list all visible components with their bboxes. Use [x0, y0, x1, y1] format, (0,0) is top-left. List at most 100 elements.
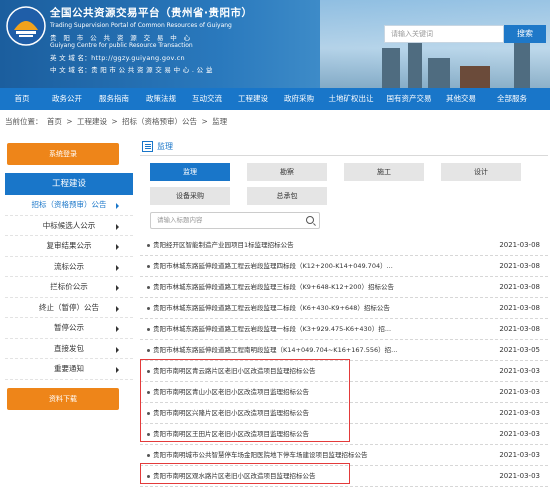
- list-item-date: 2021-03-08: [499, 241, 540, 249]
- breadcrumb-home[interactable]: 首页: [47, 117, 62, 126]
- sidebar-item-tender-notice[interactable]: 招标（资格预审）公告: [5, 195, 133, 216]
- list-item-title[interactable]: 贵阳市南明区青云路片区老旧小区改造项目监理招标公告: [153, 361, 316, 382]
- center-name: 贵 阳 市 公 共 资 源 交 易 中 心: [50, 34, 193, 42]
- list-item-date: 2021-03-08: [499, 283, 540, 291]
- sidebar-item-review-results[interactable]: 复审结果公示: [5, 236, 133, 257]
- sidebar: 系统登录 工程建设 招标（资格预审）公告 中标候选人公示 复审结果公示 流标公示…: [5, 143, 133, 410]
- sidebar-item-label: 复审结果公示: [46, 241, 92, 250]
- list-item-date: 2021-03-08: [499, 262, 540, 270]
- list-item-date: 2021-03-08: [499, 325, 540, 333]
- login-button[interactable]: 系统登录: [7, 143, 119, 165]
- list-item[interactable]: 贵阳市林城东路延伸段道路工程云岩段监理二标段（K6+430-K9+648）招标公…: [140, 298, 548, 319]
- sidebar-item-label: 流标公示: [54, 261, 84, 271]
- list-item[interactable]: 贵阳市林城东路延伸段道路工程南明段监理（K14+049.704~K16+167.…: [140, 340, 548, 361]
- list-item[interactable]: 贵阳市南明区青山小区老旧小区改造项目监理招标公告 2021-03-03: [140, 382, 548, 403]
- list-item-title[interactable]: 贵阳市南明区王田片区老旧小区改造项目监理招标公告: [153, 424, 309, 445]
- sidebar-item-notices[interactable]: 重要通知: [5, 359, 133, 380]
- list-item-date: 2021-03-03: [499, 388, 540, 396]
- nav-item-construction[interactable]: 工程建设: [230, 88, 276, 110]
- category-general-contract[interactable]: 总承包: [247, 187, 327, 205]
- list-item[interactable]: 贵阳市南明区兴隆片区老旧小区改造项目监理招标公告 2021-03-03: [140, 403, 548, 424]
- site-title-en: Trading Supervision Portal of Common Res…: [50, 22, 232, 29]
- sidebar-item-label: 直接发包: [54, 343, 84, 353]
- nav-item-other-trading[interactable]: 其他交易: [438, 88, 484, 110]
- breadcrumb-construction[interactable]: 工程建设: [77, 117, 107, 126]
- main-nav: 首页 政务公开 服务指南 政策法规 互动交流 工程建设 政府采购 土地矿权出让 …: [0, 88, 550, 110]
- title-search-input[interactable]: 请输入标题内容: [150, 212, 320, 229]
- search-button[interactable]: 搜索: [504, 25, 546, 43]
- list-item[interactable]: 贵阳市南明区青云路片区老旧小区改造项目监理招标公告 2021-03-03: [140, 361, 548, 382]
- caret-right-icon: [116, 367, 119, 373]
- list-item-date: 2021-03-03: [499, 409, 540, 417]
- nav-item-government-affairs[interactable]: 政务公开: [44, 88, 90, 110]
- nav-item-service-guide[interactable]: 服务指南: [90, 88, 138, 110]
- sidebar-item-winning-candidates[interactable]: 中标候选人公示: [5, 216, 133, 236]
- nav-item-all-services[interactable]: 全部服务: [484, 88, 540, 110]
- list-item[interactable]: 贵阳市林城东路延伸段道路工程云岩段监理四标段（K12+200-K14+049.7…: [140, 256, 548, 277]
- bullet-icon: [147, 454, 150, 457]
- bullet-icon: [147, 349, 150, 352]
- breadcrumb-current: 监理: [212, 117, 228, 126]
- list-icon: [142, 141, 153, 152]
- list-item[interactable]: 贵阳市林城东路延伸段道路工程云岩段监理三标段（K9+648-K12+200）招标…: [140, 277, 548, 298]
- list-item-title[interactable]: 贵阳市南明城市公共智慧停车场金阳医院地下停车场建设项目监理招标公告: [153, 445, 368, 466]
- category-equipment[interactable]: 设备采购: [150, 187, 230, 205]
- nav-item-policies[interactable]: 政策法规: [138, 88, 184, 110]
- list-item-title[interactable]: 贵阳市林城东路延伸段道路工程云岩段监理一标段（K3+929.475-K6+430…: [153, 319, 391, 340]
- bullet-icon: [147, 475, 150, 478]
- section-title: 监理: [157, 142, 173, 151]
- list-item-title[interactable]: 贵阳经开区智能制造产业园项目1标监理招标公告: [153, 235, 294, 256]
- search-input[interactable]: 请输入关键词: [384, 25, 504, 43]
- bullet-icon: [147, 328, 150, 331]
- category-supervision[interactable]: 监理: [150, 163, 230, 181]
- nav-item-interaction[interactable]: 互动交流: [184, 88, 230, 110]
- list-item[interactable]: 贵阳市南明城市公共智慧停车场金阳医院地下停车场建设项目监理招标公告 2021-03…: [140, 445, 548, 466]
- sidebar-item-termination[interactable]: 终止（暂停）公告: [5, 298, 133, 318]
- list-item[interactable]: 贵阳市南明区观水路片区老旧小区改造项目监理招标公告 2021-03-03: [140, 466, 548, 487]
- bullet-icon: [147, 265, 150, 268]
- list-item-title[interactable]: 贵阳市林城东路延伸段道路工程云岩段监理四标段（K12+200-K14+049.7…: [153, 256, 393, 277]
- downloads-button[interactable]: 资料下载: [7, 387, 119, 410]
- sidebar-item-failed-bids[interactable]: 流标公示: [5, 257, 133, 277]
- bullet-icon: [147, 244, 150, 247]
- breadcrumb-tender-notice[interactable]: 招标（资格预审）公告: [122, 117, 197, 126]
- nav-item-procurement[interactable]: 政府采购: [276, 88, 322, 110]
- sidebar-item-control-price[interactable]: 拦标价公示: [5, 277, 133, 298]
- list-item-title[interactable]: 贵阳市林城东路延伸段道路工程云岩段监理二标段（K6+430-K9+648）招标公…: [153, 298, 390, 319]
- category-construction[interactable]: 施工: [344, 163, 424, 181]
- sidebar-item-label: 重要通知: [54, 364, 84, 373]
- caret-right-icon: [116, 326, 119, 332]
- sidebar-item-label: 终止（暂停）公告: [39, 302, 99, 312]
- list-item-title[interactable]: 贵阳市南明区青山小区老旧小区改造项目监理招标公告: [153, 382, 309, 403]
- search-icon[interactable]: [306, 216, 314, 224]
- brand-block: 全国公共资源交易平台（贵州省·贵阳市） Trading Supervision …: [50, 5, 253, 74]
- nav-item-state-assets[interactable]: 国有资产交易: [380, 88, 438, 110]
- bullet-icon: [147, 433, 150, 436]
- list-item-title[interactable]: 贵阳市林城东路延伸段道路工程云岩段监理三标段（K9+648-K12+200）招标…: [153, 277, 394, 298]
- list-item[interactable]: 贵阳经开区智能制造产业园项目1标监理招标公告 2021-03-08: [140, 235, 548, 256]
- nav-item-home[interactable]: 首页: [0, 88, 44, 110]
- list-item[interactable]: 贵阳市南明区王田片区老旧小区改造项目监理招标公告 2021-03-03: [140, 424, 548, 445]
- sidebar-item-direct-contract[interactable]: 直接发包: [5, 339, 133, 359]
- caret-right-icon: [116, 305, 119, 312]
- list-item-title[interactable]: 贵阳市南明区观水路片区老旧小区改造项目监理招标公告: [153, 466, 316, 487]
- main-content: 监理 监理 勘察 施工 设计 设备采购 总承包 请输入标题内容 贵阳经开区智能制…: [140, 138, 548, 487]
- category-survey[interactable]: 勘察: [247, 163, 327, 181]
- title-search-placeholder: 请输入标题内容: [157, 216, 203, 224]
- chinese-domain: 中 文 域 名：贵 阳 市 公 共 资 源 交 易 中 心 . 公 益: [50, 66, 213, 74]
- list-item-title[interactable]: 贵阳市南明区兴隆片区老旧小区改造项目监理招标公告: [153, 403, 309, 424]
- list-item[interactable]: 贵阳市林城东路延伸段道路工程云岩段监理一标段（K3+929.475-K6+430…: [140, 319, 548, 340]
- category-design[interactable]: 设计: [441, 163, 521, 181]
- list-item-title[interactable]: 贵阳市林城东路延伸段道路工程南明段监理（K14+049.704~K16+167.…: [153, 340, 397, 361]
- section-header: 监理: [140, 138, 548, 156]
- caret-right-icon: [116, 264, 119, 271]
- list-item-date: 2021-03-03: [499, 367, 540, 375]
- sidebar-item-suspension[interactable]: 暂停公示: [5, 318, 133, 339]
- breadcrumb-separator: >: [111, 117, 118, 126]
- breadcrumb-prefix: 当前位置：: [5, 117, 43, 126]
- nav-item-land-mining[interactable]: 土地矿权出让: [322, 88, 380, 110]
- list-item-date: 2021-03-03: [499, 472, 540, 480]
- category-filters: 监理 勘察 施工 设计 设备采购 总承包: [150, 163, 548, 205]
- list-item-date: 2021-03-05: [499, 346, 540, 354]
- site-header: 全国公共资源交易平台（贵州省·贵阳市） Trading Supervision …: [0, 0, 550, 88]
